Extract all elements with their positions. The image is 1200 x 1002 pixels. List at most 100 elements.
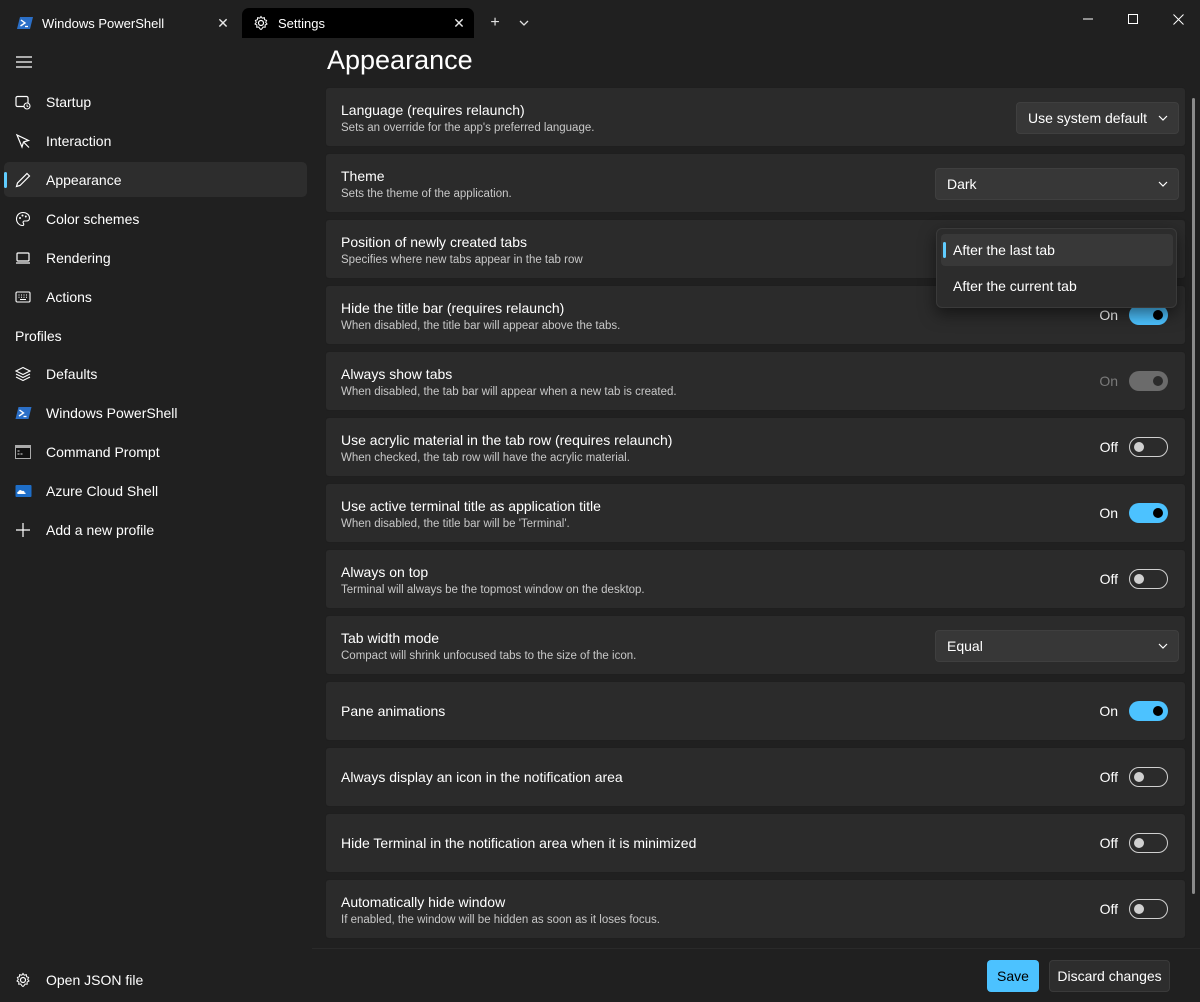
page-title: Appearance [327,45,473,75]
powershell-icon [17,15,33,31]
sidebar-item-label: Windows PowerShell [46,404,178,421]
selection-indicator [943,242,946,258]
powershell-icon [14,404,32,422]
flyout-option-after-current-tab[interactable]: After the current tab [941,270,1173,302]
maximize-button[interactable] [1111,0,1155,38]
auto-hide-window-toggle[interactable] [1129,899,1168,919]
startup-icon [14,93,32,111]
always-on-top-toggle[interactable] [1129,569,1168,589]
plus-icon [14,521,32,539]
setting-description: Compact will shrink unfocused tabs to th… [341,650,637,662]
setting-title: Hide Terminal in the notification area w… [341,835,697,851]
setting-title: Pane animations [341,703,446,719]
sidebar-item-label: Rendering [46,249,111,266]
setting-title: Use acrylic material in the tab row (req… [341,432,673,448]
chevron-down-icon [1148,181,1178,187]
new-tab-position-flyout: After the last tab After the current tab [936,228,1177,308]
keyboard-icon [14,288,32,306]
close-icon[interactable]: ✕ [444,11,474,35]
flyout-option-label: After the last tab [953,242,1055,258]
sidebar-item-label: Add a new profile [46,521,155,538]
setting-title: Use active terminal title as application… [341,498,601,514]
sidebar-item-appearance[interactable]: Appearance [4,162,307,197]
hamburger-icon [16,56,32,68]
sidebar-item-color-schemes[interactable]: Color schemes [4,201,307,236]
sidebar-item-defaults[interactable]: Defaults [4,356,307,391]
toggle-state-label: Off [1099,835,1118,851]
sidebar-item-label: Open JSON file [46,971,144,988]
close-icon[interactable]: ✕ [208,11,238,35]
setting-description: Specifies where new tabs appear in the t… [341,254,583,266]
minimize-to-notification-toggle[interactable] [1129,833,1168,853]
setting-language: Language (requires relaunch) Sets an ove… [325,87,1186,147]
monitor-icon [14,249,32,267]
acrylic-toggle[interactable] [1129,437,1168,457]
sidebar-item-label: Color schemes [46,210,140,227]
sidebar-item-add-new-profile[interactable]: Add a new profile [4,512,307,547]
sidebar-item-label: Defaults [46,365,98,382]
hamburger-menu-button[interactable] [10,50,38,74]
sidebar-item-label: Startup [46,93,92,110]
toggle-state-label: On [1099,307,1118,323]
toggle-knob [1134,771,1144,782]
save-button[interactable]: Save [987,960,1039,992]
title-bar: Windows PowerShell ✕ Settings ✕ + [0,0,1200,38]
sidebar-item-command-prompt[interactable]: Command Prompt [4,434,307,469]
close-icon [1172,13,1184,25]
flyout-option-label: After the current tab [953,278,1077,294]
palette-icon [14,210,32,228]
close-window-button[interactable] [1156,0,1200,38]
tab-windows-powershell[interactable]: Windows PowerShell ✕ [6,8,238,38]
layers-icon [14,365,32,383]
sidebar-item-azure-cloud-shell[interactable]: Azure Cloud Shell [4,473,307,508]
flyout-option-after-last-tab[interactable]: After the last tab [941,234,1173,266]
toggle-state-label: On [1099,703,1118,719]
sidebar-item-windows-powershell[interactable]: Windows PowerShell [4,395,307,430]
minimize-button[interactable] [1066,0,1110,38]
pen-icon [14,171,32,189]
dropdown-value: Dark [947,176,977,192]
setting-title: Always on top [341,564,429,580]
theme-dropdown[interactable]: Dark [935,168,1179,200]
chevron-down-icon [1148,643,1178,649]
scrollbar[interactable] [1192,98,1195,894]
selection-indicator [4,172,7,188]
setting-title: Theme [341,168,385,184]
hide-title-bar-toggle[interactable] [1129,305,1168,325]
setting-title: Always display an icon in the notificati… [341,769,623,785]
gear-icon [14,971,32,989]
setting-notification-icon: Always display an icon in the notificati… [325,747,1186,807]
tab-dropdown-button[interactable] [510,10,538,36]
sidebar-item-actions[interactable]: Actions [4,279,307,314]
setting-active-terminal-title: Use active terminal title as application… [325,483,1186,543]
gear-icon [253,15,269,31]
sidebar-item-label: Actions [46,288,92,305]
setting-description: When disabled, the tab bar will appear w… [341,386,677,398]
notification-icon-toggle[interactable] [1129,767,1168,787]
setting-title: Automatically hide window [341,894,506,910]
tab-settings[interactable]: Settings ✕ [242,8,474,38]
always-show-tabs-toggle [1129,371,1168,391]
sidebar-item-label: Command Prompt [46,443,160,460]
dropdown-value: Equal [947,638,983,654]
sidebar-item-startup[interactable]: Startup [4,84,307,119]
sidebar-item-interaction[interactable]: Interaction [4,123,307,158]
sidebar-item-label: Azure Cloud Shell [46,482,159,499]
pane-animations-toggle[interactable] [1129,701,1168,721]
setting-title: Hide the title bar (requires relaunch) [341,300,565,316]
discard-changes-button[interactable]: Discard changes [1049,960,1170,992]
open-json-file-button[interactable]: Open JSON file [4,962,307,997]
tab-width-mode-dropdown[interactable]: Equal [935,630,1179,662]
plus-icon: + [490,14,500,31]
sidebar-item-rendering[interactable]: Rendering [4,240,307,275]
active-terminal-title-toggle[interactable] [1129,503,1168,523]
toggle-knob [1153,310,1163,320]
tab-label: Settings [278,15,325,31]
maximize-icon [1128,14,1138,24]
new-tab-button[interactable]: + [481,10,509,36]
toggle-knob [1153,376,1163,386]
setting-theme: Theme Sets the theme of the application.… [325,153,1186,213]
setting-title: Always show tabs [341,366,453,382]
setting-auto-hide-window: Automatically hide window If enabled, th… [325,879,1186,939]
language-dropdown[interactable]: Use system default [1016,102,1179,134]
